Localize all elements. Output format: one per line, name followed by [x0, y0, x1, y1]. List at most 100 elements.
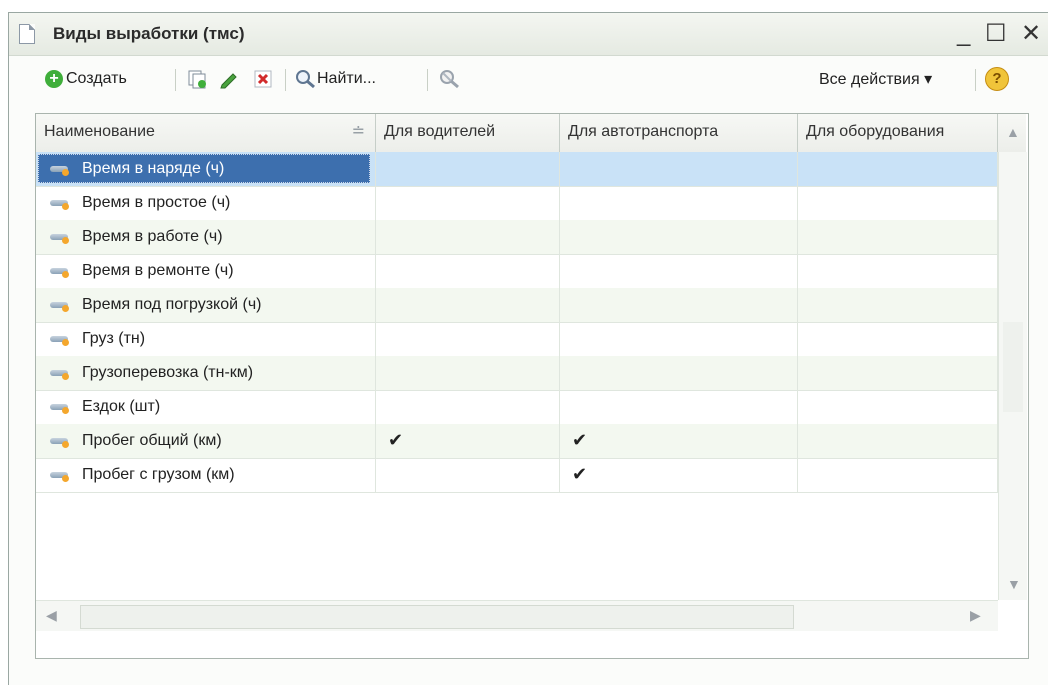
row-name-label: Ездок (шт) — [82, 398, 161, 415]
cell-equipment[interactable] — [798, 322, 998, 356]
cell-drivers[interactable] — [376, 356, 560, 390]
table-row[interactable]: Пробег общий (км) ✔ ✔ — [36, 424, 998, 459]
cell-name[interactable]: Время в ремонте (ч) — [36, 254, 376, 288]
table-row[interactable]: Время в работе (ч) — [36, 220, 998, 255]
metric-item-icon — [50, 196, 72, 210]
scroll-up-button[interactable]: ▲ — [998, 114, 1026, 152]
table-header: Наименование ≐ Для водителей Для автотра… — [36, 114, 1026, 153]
help-button[interactable]: ? — [985, 65, 1009, 93]
edit-button[interactable] — [219, 65, 239, 93]
data-table: Наименование ≐ Для водителей Для автотра… — [35, 113, 1029, 659]
horizontal-scrollbar[interactable]: ◀ ▶ — [36, 600, 998, 631]
toolbar-separator — [975, 69, 976, 91]
cell-vehicles[interactable] — [560, 220, 798, 254]
copy-button[interactable] — [187, 65, 207, 93]
table-row[interactable]: Пробег с грузом (км) ✔ — [36, 458, 998, 493]
cell-vehicles[interactable] — [560, 254, 798, 288]
sort-icon: ≐ — [351, 123, 365, 140]
table-row[interactable]: Время в наряде (ч) — [36, 152, 998, 187]
cell-equipment[interactable] — [798, 458, 998, 492]
cell-equipment[interactable] — [798, 356, 998, 390]
cell-equipment[interactable] — [798, 288, 998, 322]
column-header-vehicles[interactable]: Для автотранспорта — [560, 114, 798, 152]
check-mark: ✔ — [572, 464, 588, 484]
minimize-button[interactable]: _ — [957, 19, 970, 49]
cell-name[interactable]: Время под погрузкой (ч) — [36, 288, 376, 322]
cell-vehicles[interactable] — [560, 152, 798, 186]
metric-item-icon — [50, 434, 72, 448]
cell-equipment[interactable] — [798, 186, 998, 220]
pencil-icon — [220, 73, 237, 89]
cell-name[interactable]: Пробег общий (км) — [36, 424, 376, 458]
row-name-label: Пробег общий (км) — [82, 432, 222, 449]
cancel-search-button[interactable] — [439, 65, 461, 93]
triangle-left-icon[interactable]: ◀ — [46, 607, 57, 624]
cell-vehicles[interactable]: ✔ — [560, 458, 798, 492]
cell-vehicles[interactable] — [560, 390, 798, 424]
cell-name[interactable]: Груз (тн) — [36, 322, 376, 356]
cell-name[interactable]: Грузоперевозка (тн-км) — [36, 356, 376, 390]
triangle-up-icon: ▲ — [1006, 124, 1020, 140]
horizontal-scroll-thumb[interactable] — [80, 605, 794, 629]
metric-item-icon — [50, 298, 72, 312]
cell-name[interactable]: Время в простое (ч) — [36, 186, 376, 220]
triangle-down-icon[interactable]: ▼ — [1007, 576, 1021, 592]
table-row[interactable]: Время под погрузкой (ч) — [36, 288, 998, 323]
cell-equipment[interactable] — [798, 390, 998, 424]
cell-drivers[interactable] — [376, 152, 560, 186]
table-row[interactable]: Время в ремонте (ч) — [36, 254, 998, 289]
row-name-label: Время в работе (ч) — [82, 228, 223, 245]
create-button[interactable]: + Создать — [45, 65, 127, 93]
check-mark: ✔ — [388, 430, 404, 450]
cell-equipment[interactable] — [798, 254, 998, 288]
check-mark: ✔ — [572, 430, 588, 450]
toolbar-separator — [285, 69, 286, 91]
find-button[interactable]: Найти... — [295, 65, 376, 93]
cell-vehicles[interactable] — [560, 356, 798, 390]
table-row[interactable]: Время в простое (ч) — [36, 186, 998, 221]
cell-drivers[interactable] — [376, 220, 560, 254]
help-icon: ? — [985, 67, 1009, 91]
cell-vehicles[interactable] — [560, 186, 798, 220]
window-title: Виды выработки (тмс) — [53, 24, 245, 43]
cell-equipment[interactable] — [798, 424, 998, 458]
delete-button[interactable] — [253, 65, 273, 93]
cell-drivers[interactable]: ✔ — [376, 424, 560, 458]
metric-item-icon — [50, 332, 72, 346]
close-button[interactable]: ✕ — [1021, 19, 1041, 49]
cell-vehicles[interactable] — [560, 288, 798, 322]
table-row[interactable]: Ездок (шт) — [36, 390, 998, 425]
maximize-button[interactable]: ☐ — [985, 19, 1007, 49]
cell-equipment[interactable] — [798, 152, 998, 186]
table-row[interactable]: Груз (тн) — [36, 322, 998, 357]
cell-vehicles[interactable]: ✔ — [560, 424, 798, 458]
cell-drivers[interactable] — [376, 254, 560, 288]
vertical-scrollbar[interactable]: ▼ — [998, 152, 1027, 600]
metric-item-icon — [50, 468, 72, 482]
table-row[interactable]: Грузоперевозка (тн-км) — [36, 356, 998, 391]
cell-drivers[interactable] — [376, 458, 560, 492]
cell-name[interactable]: Время в работе (ч) — [36, 220, 376, 254]
cell-drivers[interactable] — [376, 390, 560, 424]
row-name-label: Пробег с грузом (км) — [82, 466, 235, 483]
cell-vehicles[interactable] — [560, 322, 798, 356]
cell-equipment[interactable] — [798, 220, 998, 254]
column-header-drivers[interactable]: Для водителей — [376, 114, 560, 152]
vertical-scroll-thumb[interactable] — [1003, 322, 1023, 412]
delete-icon — [254, 70, 272, 88]
metric-item-icon — [50, 264, 72, 278]
column-header-equipment[interactable]: Для оборудования — [798, 114, 998, 152]
column-header-name[interactable]: Наименование ≐ — [36, 114, 376, 152]
magnifier-icon — [296, 70, 315, 89]
triangle-right-icon[interactable]: ▶ — [970, 607, 981, 624]
cell-drivers[interactable] — [376, 288, 560, 322]
cell-drivers[interactable] — [376, 322, 560, 356]
title-bar: Виды выработки (тмс) _ ☐ ✕ — [9, 13, 1048, 56]
cell-name[interactable]: Пробег с грузом (км) — [36, 458, 376, 492]
cell-drivers[interactable] — [376, 186, 560, 220]
all-actions-dropdown[interactable]: Все действия ▾ — [819, 65, 932, 93]
cell-name[interactable]: Ездок (шт) — [36, 390, 376, 424]
find-label: Найти... — [317, 70, 376, 87]
cell-name[interactable]: Время в наряде (ч) — [36, 152, 376, 186]
toolbar-separator — [175, 69, 176, 91]
